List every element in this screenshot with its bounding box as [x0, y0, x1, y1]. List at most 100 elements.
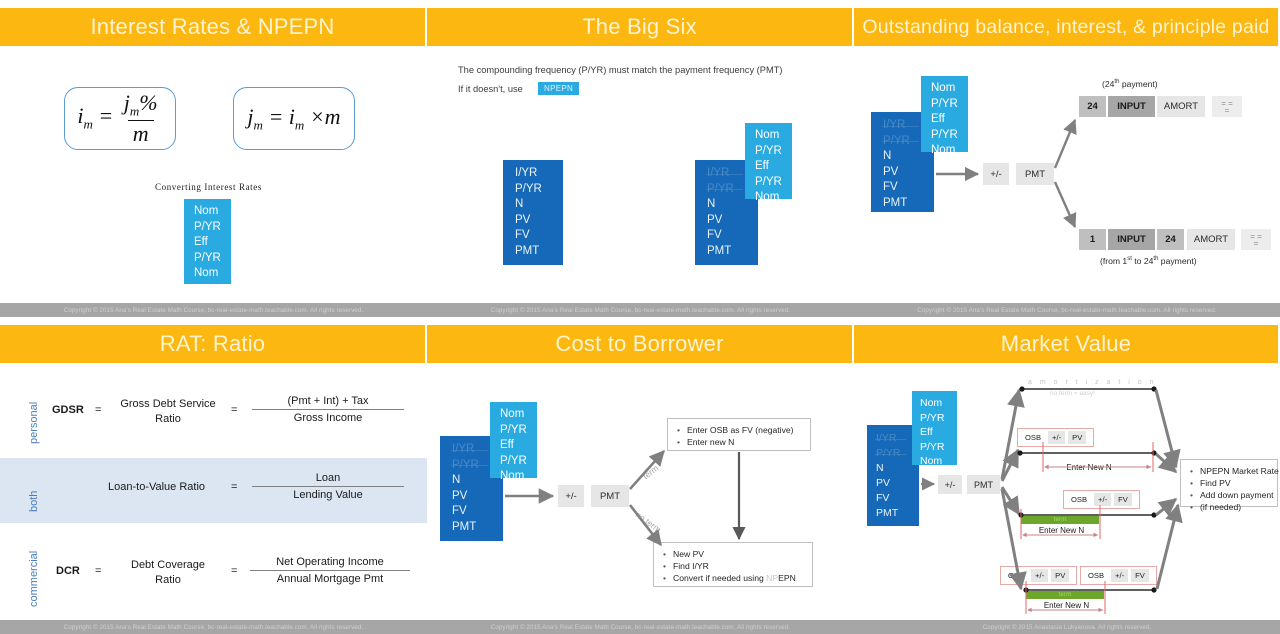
formula-im-eq: = [98, 103, 114, 129]
fraction-dcr: Net Operating Income Annual Mortgage Pmt [250, 556, 410, 585]
bullet-item: Find PV [1190, 477, 1270, 489]
formula-card-im: im = jm% m [64, 87, 176, 150]
result-list: NPEPN Market Rate Find PV Add down payme… [1188, 465, 1279, 513]
formula-jm-eq: = [268, 103, 284, 129]
timeline-node [1151, 587, 1157, 593]
arrow-pmt-branch3 [1000, 486, 1021, 516]
rbox-cell-pv: PV [1051, 569, 1070, 582]
key-pmt-slide3[interactable]: PMT [1016, 163, 1054, 185]
box-enter-osb-list: Enter OSB as FV (negative) Enter new N [675, 424, 803, 448]
key-plus-minus-slide3[interactable]: +/- [983, 163, 1009, 185]
compounding-frequency-text: The compounding frequency (P/YR) must ma… [458, 65, 783, 75]
box-new-pv-list: New PV Find I/YR Convert if needed using… [661, 548, 805, 584]
key-plus-minus-slide6[interactable]: +/- [938, 475, 962, 494]
key-1-bottom[interactable]: 1 [1079, 229, 1106, 250]
formula-card-jm: jm = im ×m [233, 87, 355, 150]
converting-interest-rates-label: Converting Interest Rates [155, 182, 262, 192]
slide1-footer: Copyright © 2015 Ana's Real Estate Math … [0, 303, 427, 317]
slide6-title-bar: Market Value [854, 325, 1278, 363]
key-pmt-slide6[interactable]: PMT [967, 475, 1000, 494]
slide6-copyright: Copyright © 2015 Anastasia Lukyanova. Al… [982, 623, 1152, 631]
note-pre: (24 [1102, 79, 1115, 89]
key-amort-bottom[interactable]: AMORT [1187, 229, 1235, 250]
key-24-top[interactable]: 24 [1079, 96, 1106, 117]
bullet-item: New PV [663, 548, 805, 560]
rbox-cell-osb: OSB [1088, 571, 1105, 580]
npepn-row: Nom [920, 397, 943, 409]
big-six-row: P/YR [515, 182, 542, 195]
big-six-row: PMT [452, 520, 477, 533]
term-bar-row3: term [1021, 516, 1099, 524]
key-amort-top[interactable]: AMORT [1157, 96, 1205, 117]
big-six-row: PV [515, 213, 531, 226]
slide-the-big-six[interactable]: The Big Six The compounding frequency (P… [427, 0, 854, 317]
rbox-cell-fv: FV [1114, 493, 1132, 506]
abbr-gdsr: GDSR [52, 404, 84, 416]
timeline-node [1151, 386, 1157, 392]
npepn-row: P/YR [920, 411, 945, 424]
slide-rat-ratio[interactable]: RAT: Ratio personal GDSR = Gross Debt Se… [0, 317, 427, 634]
key-24-bottom[interactable]: 24 [1157, 229, 1184, 250]
rbox-osb-pv-row4[interactable]: OSB +/- PV [1000, 566, 1077, 585]
rbox-osb-pv-row2[interactable]: OSB +/- PV [1017, 428, 1094, 447]
eq2-gdsr: = [231, 404, 238, 416]
npepn-row: P/YR [755, 144, 782, 157]
eq1-dcr: = [95, 565, 102, 577]
slide-cost-to-borrower[interactable]: Cost to Borrower I/YR P/YR N PV FV PMT N… [427, 317, 854, 634]
name-line1: Gross Debt Service [120, 398, 216, 410]
key-pmt-slide5[interactable]: PMT [591, 485, 629, 507]
slide-interest-rates-npepn[interactable]: Interest Rates & NPEPN im = jm% m jm = i… [0, 0, 427, 317]
formula-im: im = jm% m [77, 90, 162, 146]
formula-im-num-pct: % [139, 90, 158, 116]
key-equals-top[interactable]: = = = [1212, 96, 1242, 117]
npepn-row: Eff [500, 439, 514, 451]
rbox-cell-plusminus: +/- [1111, 569, 1129, 582]
npepn-row: Eff [755, 160, 769, 172]
slide3-title: Outstanding balance, interest, & princip… [862, 15, 1270, 38]
abbr-dcr: DCR [56, 565, 80, 577]
slide-outstanding-balance[interactable]: Outstanding balance, interest, & princip… [854, 0, 1280, 317]
note-24th-payment: (24th payment) [1102, 79, 1158, 89]
key-equals-bottom[interactable]: = = = [1241, 229, 1271, 250]
npepn-row: P/YR [931, 97, 958, 110]
rbox-osb-fv-row3[interactable]: OSB +/- FV [1063, 490, 1140, 509]
rbox-osb-fv-row4[interactable]: OSB +/- FV [1080, 566, 1157, 585]
bullet-item: Find I/YR [663, 560, 805, 572]
big-six-row: N [515, 198, 524, 210]
arm-label-term: term [640, 462, 661, 482]
equals-glyph-row2: = [1224, 105, 1230, 115]
slide1-copyright: Copyright © 2015 Ana's Real Estate Math … [63, 306, 364, 314]
rbox-cell-osb: OSB [1025, 433, 1042, 442]
npepn-dim-part: NP [766, 573, 779, 583]
timeline-node [1151, 512, 1157, 518]
key-plus-minus-slide5[interactable]: +/- [558, 485, 584, 507]
formula-im-denominator: m [127, 119, 154, 147]
formula-im-num-sub: m [129, 103, 140, 119]
big-six-row: PMT [876, 507, 899, 519]
npepn-row: Nom [931, 82, 956, 94]
slide-market-value[interactable]: Market Value I/YR P/YR N PV FV PMT Nom P… [854, 317, 1280, 634]
enter-new-n-row2: Enter New N [1066, 463, 1112, 472]
npepn-chip-slide2[interactable]: NPEPN [538, 82, 580, 95]
big-six-row: PMT [707, 244, 732, 257]
npepn-row: Eff [194, 236, 208, 248]
big-six-stack-left: I/YR P/YR N PV FV PMT [503, 160, 563, 265]
slide5-footer: Copyright © 2015 Ana's Real Estate Math … [427, 620, 854, 634]
note-mid: to 24 [1131, 256, 1154, 266]
bullet-item: NPEPN Market Rate [1190, 465, 1279, 477]
big-six-row: PV [883, 165, 899, 178]
fraction-denominator: Lending Value [252, 486, 404, 501]
slide-deck: Interest Rates & NPEPN im = jm% m jm = i… [0, 0, 1280, 634]
key-input-bottom[interactable]: INPUT [1108, 229, 1155, 250]
big-six-row: PV [452, 489, 468, 502]
convert-text: Convert if needed using [673, 573, 767, 583]
big-six-row: FV [876, 492, 890, 504]
side-label-commercial: commercial [28, 550, 40, 607]
fraction-numerator: Loan [315, 472, 341, 484]
name-dcr: Debt Coverage Ratio [106, 558, 230, 588]
formula-jm-rhs-sub: m [294, 117, 305, 133]
key-input-top[interactable]: INPUT [1108, 96, 1155, 117]
slide5-copyright: Copyright © 2015 Ana's Real Estate Math … [490, 623, 791, 631]
npepn-row: Nom [920, 455, 943, 468]
equals-glyph-row2: = [1253, 238, 1259, 248]
